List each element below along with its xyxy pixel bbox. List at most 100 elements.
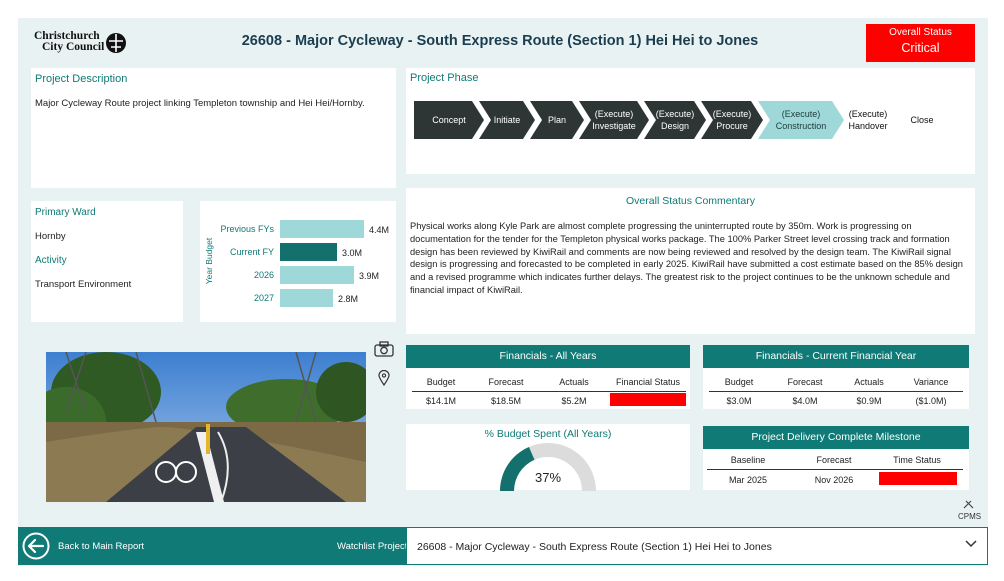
- phase-step-8: Close: [894, 101, 950, 139]
- phase-step-label: (Execute): [655, 109, 695, 119]
- phase-step-0: Concept: [414, 101, 484, 139]
- council-logo: Christchurch City Council: [34, 30, 134, 57]
- phase-step-label: (Execute): [594, 109, 634, 119]
- budget-bar-value: 2.8M: [338, 294, 359, 304]
- fin-cur-variance: ($1.0M): [915, 396, 947, 406]
- milestone-header-baseline: Baseline: [730, 455, 766, 465]
- phase-step-3: (Execute) Investigate: [579, 101, 649, 139]
- phase-step-label: Initiate: [493, 115, 521, 125]
- fin-cur-budget: $3.0M: [726, 396, 752, 406]
- activity-value: Transport Environment: [35, 279, 132, 290]
- budget-bar-value: 4.4M: [369, 225, 390, 235]
- delivery-milestone-title: Project Delivery Complete Milestone: [703, 426, 969, 449]
- fin-all-header-forecast: Forecast: [488, 377, 524, 387]
- fin-all-divider: [412, 391, 686, 392]
- chevron-down-icon: [965, 540, 977, 548]
- phase-step-sublabel: Investigate: [592, 121, 636, 131]
- milestone-baseline: Mar 2025: [728, 475, 768, 485]
- financials-all-years-table: Financials - All Years Budget Forecast A…: [406, 345, 690, 409]
- cpms-label: CPMS: [958, 512, 982, 521]
- phase-step-label: Plan: [547, 115, 566, 125]
- ward-activity-card: Primary Ward Hornby Activity Transport E…: [31, 201, 183, 322]
- fin-all-budget: $14.1M: [425, 396, 457, 406]
- project-description-card: Project Description Major Cycleway Route…: [31, 68, 396, 188]
- budget-bars: Previous FYs 4.4M Current FY 3.0M 2026 3.9M 20…: [200, 201, 396, 322]
- phase-step-1: Initiate: [479, 101, 535, 139]
- overall-status-label: Overall Status: [889, 27, 952, 38]
- footer-bar: Back to Main Report Watchlist Project: 2…: [18, 527, 988, 565]
- primary-ward-label: Primary Ward: [35, 207, 96, 218]
- camera-icon[interactable]: [374, 341, 394, 362]
- fin-all-header-actuals: Actuals: [559, 377, 589, 387]
- budget-category-label: 2026: [253, 270, 274, 280]
- budget-category-label: 2027: [253, 293, 274, 303]
- page-title: 26608 - Major Cycleway - South Express R…: [241, 33, 759, 49]
- budget-bar[interactable]: [280, 266, 354, 284]
- status-commentary-text: Physical works along Kyle Park are almos…: [410, 221, 963, 295]
- milestone-header-forecast: Forecast: [816, 455, 852, 465]
- phase-step-7: (Execute) Handover: [838, 101, 898, 139]
- budget-bar[interactable]: [280, 220, 364, 238]
- phase-step-5: (Execute) Procure: [701, 101, 763, 139]
- budget-bar-value: 3.9M: [359, 271, 380, 281]
- fin-all-forecast: $18.5M: [490, 396, 522, 406]
- delivery-milestone-table: Project Delivery Complete Milestone Base…: [703, 426, 969, 490]
- activity-label: Activity: [35, 255, 67, 266]
- project-photo: [46, 352, 366, 502]
- project-phase-card: Project Phase Concept Initiate Plan (Execut…: [406, 68, 975, 174]
- phase-step-label: (Execute): [848, 109, 888, 119]
- phase-step-6: (Execute) Construction: [758, 101, 844, 139]
- milestone-forecast: Nov 2026: [814, 475, 854, 485]
- map-pin-icon[interactable]: [378, 369, 390, 391]
- phase-step-4: (Execute) Design: [644, 101, 706, 139]
- budget-spent-gauge: % Budget Spent (All Years) 37%: [406, 424, 690, 491]
- fin-cur-actuals: $0.9M: [856, 396, 882, 406]
- budget-bar[interactable]: [280, 289, 333, 307]
- back-arrow-icon: [22, 532, 50, 560]
- status-commentary-card: Overall Status Commentary Physical works…: [406, 188, 975, 334]
- fin-all-actuals: $5.2M: [561, 396, 587, 406]
- fin-all-header-status: Financial Status: [615, 377, 681, 387]
- primary-ward-value: Hornby: [35, 231, 66, 242]
- budget-category-label: Previous FYs: [220, 224, 274, 234]
- year-budget-chart: Year Budget Previous FYs 4.4M Current FY 3.…: [200, 201, 396, 322]
- budget-bar-value: 3.0M: [342, 248, 363, 258]
- watchlist-label: Watchlist Project:: [337, 541, 411, 552]
- fin-cur-forecast: $4.0M: [792, 396, 818, 406]
- project-description-text: Major Cycleway Route project linking Tem…: [35, 98, 365, 109]
- financials-all-years-title: Financials - All Years: [406, 345, 690, 368]
- phase-step-sublabel: Handover: [848, 121, 888, 131]
- time-status-indicator: [879, 472, 957, 485]
- phase-step-sublabel: Design: [660, 121, 689, 131]
- financial-status-indicator: [610, 393, 686, 406]
- project-phase-title: Project Phase: [410, 72, 479, 84]
- back-to-main-report-button[interactable]: Back to Main Report: [22, 532, 152, 560]
- phase-step-sublabel: Construction: [775, 121, 827, 131]
- budget-bar[interactable]: [280, 243, 337, 261]
- logo-line-2: City Council: [42, 41, 105, 53]
- project-description-title: Project Description: [35, 73, 128, 85]
- milestone-header-time-status: Time Status: [893, 455, 941, 465]
- status-commentary-title: Overall Status Commentary: [626, 195, 755, 207]
- fin-all-header-budget: Budget: [426, 377, 456, 387]
- overall-status-value: Critical: [901, 41, 940, 55]
- fin-cur-header-actuals: Actuals: [854, 377, 884, 387]
- back-to-main-report-label: Back to Main Report: [58, 540, 145, 552]
- fin-cur-header-forecast: Forecast: [787, 377, 823, 387]
- logo-mark-icon: [106, 33, 126, 53]
- phase-step-label: (Execute): [712, 109, 752, 119]
- budget-spent-value: 37%: [534, 470, 562, 485]
- fin-cur-header-variance: Variance: [913, 377, 949, 387]
- financials-current-year-table: Financials - Current Financial Year Budg…: [703, 345, 969, 409]
- watchlist-selected-value: 26608 - Major Cycleway - South Express R…: [417, 541, 772, 553]
- fin-cur-divider: [709, 391, 963, 392]
- phase-step-label: (Execute): [781, 109, 821, 119]
- budget-category-label: Current FY: [229, 247, 274, 257]
- watchlist-project-dropdown[interactable]: 26608 - Major Cycleway - South Express R…: [406, 527, 988, 565]
- phase-step-label: Concept: [432, 115, 466, 125]
- phase-step-2: Plan: [530, 101, 584, 139]
- milestone-divider: [707, 469, 963, 470]
- phase-step-sublabel: Procure: [716, 121, 748, 131]
- fin-cur-header-budget: Budget: [724, 377, 754, 387]
- phase-step-label: Close: [910, 115, 934, 125]
